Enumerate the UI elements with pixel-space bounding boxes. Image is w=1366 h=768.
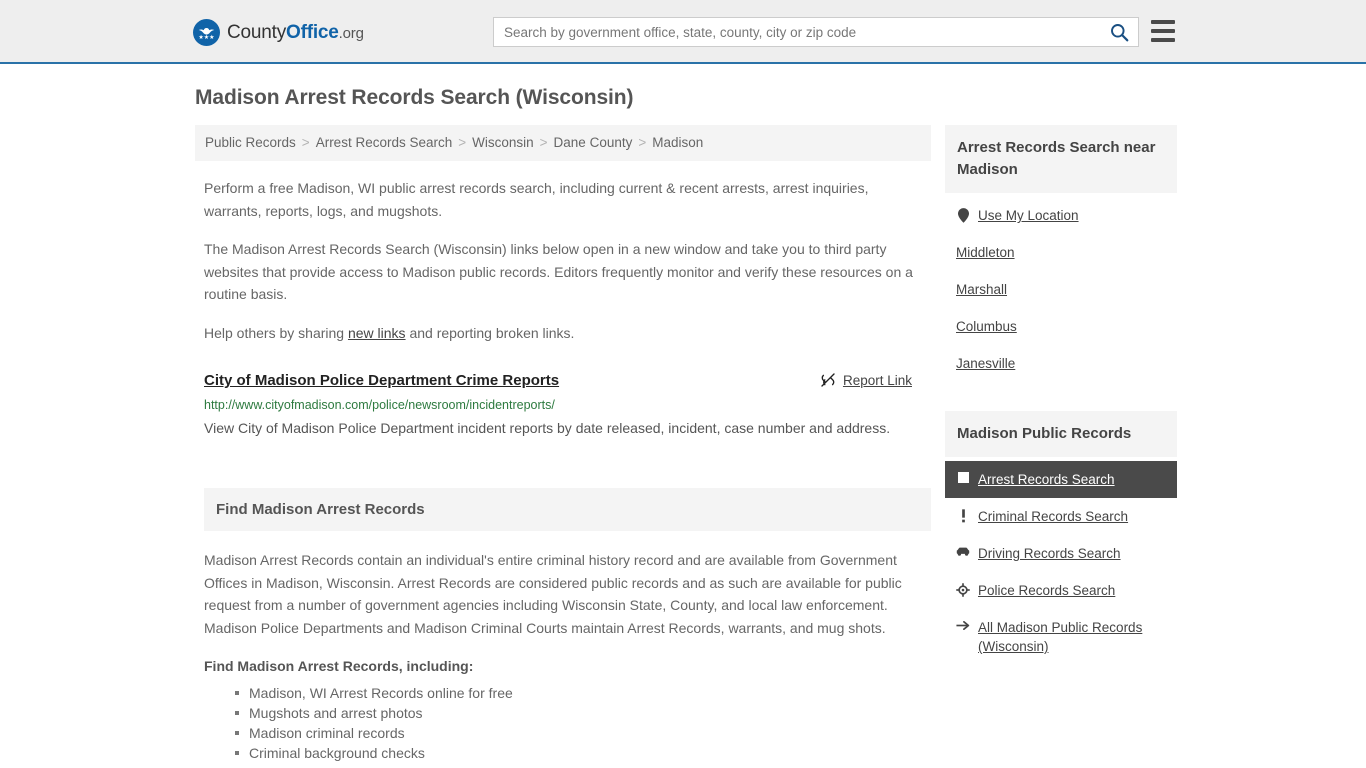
sidebar-item-criminal-records-search[interactable]: Criminal Records Search (945, 498, 1177, 535)
brand-text-county: County (227, 21, 287, 43)
breadcrumb-item-madison[interactable]: Madison (652, 135, 703, 150)
sidebar-item-use-my-location[interactable]: Use My Location (945, 197, 1177, 234)
share-text-suffix: and reporting broken links. (405, 324, 575, 341)
sidebar-item-police-records-search[interactable]: Police Records Search (945, 572, 1177, 609)
sidebar-item-driving-records-search[interactable]: Driving Records Search (945, 535, 1177, 572)
list-item: Mugshots and arrest photos (235, 703, 931, 723)
arrow-right-icon (956, 620, 970, 631)
result-url: http://www.cityofmadison.com/police/news… (204, 398, 555, 412)
list-item: Public Arrest Records (235, 763, 931, 768)
sidebar-item-label[interactable]: Columbus (956, 317, 1017, 336)
sidebar-public-records-block: Madison Public Records Arrest Records Se… (945, 411, 1177, 665)
police-badge-icon (956, 583, 970, 597)
sidebar-item-label[interactable]: Criminal Records Search (978, 507, 1128, 526)
sidebar-item-all-madison-public-records[interactable]: All Madison Public Records (Wisconsin) (945, 609, 1177, 665)
intro-paragraph-2: The Madison Arrest Records Search (Wisco… (204, 241, 913, 302)
result-description: View City of Madison Police Department i… (204, 420, 891, 436)
sidebar-public-records-list: Arrest Records Search Criminal Records S… (945, 461, 1177, 665)
breadcrumb-separator: > (638, 135, 647, 150)
hamburger-bar-2 (1151, 29, 1175, 33)
hamburger-menu-icon[interactable] (1151, 20, 1175, 42)
brand-text-org: .org (338, 24, 364, 42)
breadcrumb-item-wisconsin[interactable]: Wisconsin (472, 135, 534, 150)
list-item: Madison, WI Arrest Records online for fr… (235, 683, 931, 703)
hamburger-bar-1 (1151, 20, 1175, 24)
sidebar-nearby-list: Use My Location Middleton Marshall Colum… (945, 197, 1177, 382)
sidebar-item-label[interactable]: Police Records Search (978, 581, 1115, 600)
search-button[interactable] (1100, 18, 1138, 46)
result-title-link[interactable]: City of Madison Police Department Crime … (204, 371, 559, 391)
sidebar-item-arrest-records-search[interactable]: Arrest Records Search (945, 461, 1177, 498)
sidebar-item-label[interactable]: Driving Records Search (978, 544, 1121, 563)
report-link-label: Report Link (842, 372, 912, 388)
sidebar: Arrest Records Search near Madison Use M… (945, 125, 1177, 768)
logo-stars: ★★★ (198, 34, 215, 41)
breadcrumb-separator: > (301, 135, 310, 150)
sidebar-item-label[interactable]: Janesville (956, 354, 1015, 373)
broken-link-icon (821, 373, 835, 387)
section-heading-find-records: Find Madison Arrest Records (204, 488, 931, 531)
page-body: Madison Arrest Records Search (Wisconsin… (0, 64, 1366, 768)
exclamation-icon (956, 509, 970, 523)
sidebar-item-marshall[interactable]: Marshall (945, 271, 1177, 308)
breadcrumb-item-arrest-records-search[interactable]: Arrest Records Search (316, 135, 453, 150)
intro-paragraph-1: Perform a free Madison, WI public arrest… (204, 180, 869, 219)
sidebar-item-label[interactable]: All Madison Public Records (Wisconsin) (978, 618, 1166, 656)
content-container: Madison Arrest Records Search (Wisconsin… (188, 64, 1178, 768)
brand-text-office: Office (286, 21, 339, 43)
site-header: ★★★ CountyOffice.org (0, 0, 1366, 64)
search-icon (1110, 23, 1128, 41)
list-item: Madison criminal records (235, 723, 931, 743)
sidebar-heading-public-records: Madison Public Records (945, 411, 1177, 457)
breadcrumb-item-dane-county[interactable]: Dane County (554, 135, 633, 150)
section-paragraph: Madison Arrest Records contain an indivi… (204, 552, 902, 636)
map-pin-icon (956, 208, 970, 223)
page-title: Madison Arrest Records Search (Wisconsin… (195, 86, 634, 109)
hamburger-bar-3 (1151, 38, 1175, 42)
main-column: Public Records > Arrest Records Search > Wis… (195, 125, 931, 768)
result-item: City of Madison Police Department Crime … (204, 371, 931, 440)
bullet-list-title: Find Madison Arrest Records, including: (204, 658, 474, 674)
sidebar-item-columbus[interactable]: Columbus (945, 308, 1177, 345)
share-text-prefix: Help others by sharing (204, 324, 348, 341)
site-logo[interactable]: ★★★ CountyOffice.org (193, 19, 364, 46)
breadcrumb-item-public-records[interactable]: Public Records (205, 135, 296, 150)
breadcrumb-separator: > (458, 135, 467, 150)
search-input[interactable] (494, 18, 1100, 46)
two-column-layout: Public Records > Arrest Records Search > Wis… (188, 125, 1178, 768)
eagle-shield-logo-icon: ★★★ (193, 19, 220, 46)
document-icon (956, 472, 970, 483)
bullet-list: Madison, WI Arrest Records online for fr… (204, 683, 931, 768)
result-header-row: City of Madison Police Department Crime … (204, 371, 931, 391)
sidebar-item-janesville[interactable]: Janesville (945, 345, 1177, 382)
search-bar (493, 17, 1139, 47)
report-link-button[interactable]: Report Link (820, 372, 912, 388)
car-icon (956, 546, 970, 557)
sidebar-item-label[interactable]: Marshall (956, 280, 1007, 299)
sidebar-item-middleton[interactable]: Middleton (945, 234, 1177, 271)
intro-paragraph-3: Help others by sharing new links and rep… (204, 322, 922, 345)
sidebar-item-label[interactable]: Middleton (956, 243, 1015, 262)
sidebar-heading-nearby: Arrest Records Search near Madison (945, 125, 1177, 193)
new-links-link[interactable]: new links (348, 325, 406, 341)
breadcrumb: Public Records > Arrest Records Search > Wis… (195, 125, 931, 161)
sidebar-item-label[interactable]: Arrest Records Search (978, 470, 1115, 489)
list-item: Criminal background checks (235, 743, 931, 763)
brand-wordmark: CountyOffice.org (227, 22, 364, 44)
section-body: Madison Arrest Records contain an indivi… (204, 549, 931, 768)
breadcrumb-separator: > (539, 135, 548, 150)
sidebar-item-label[interactable]: Use My Location (978, 206, 1079, 225)
